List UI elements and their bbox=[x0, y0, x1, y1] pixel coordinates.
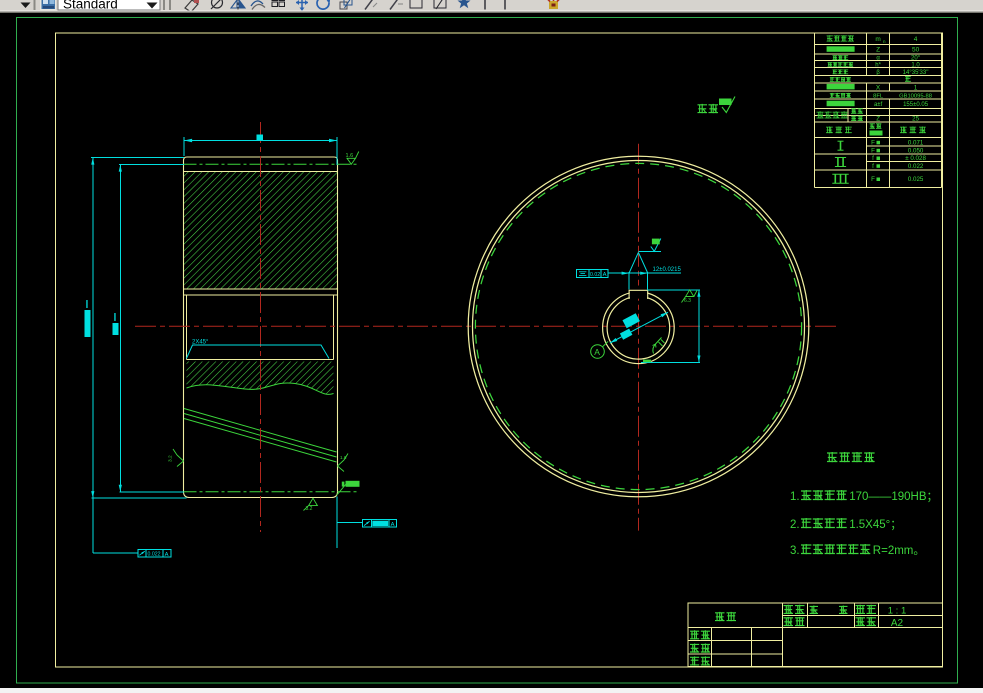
svg-text:1 : 1: 1 : 1 bbox=[888, 606, 907, 617]
svg-text:Z: Z bbox=[876, 47, 880, 54]
svg-text:3.: 3. bbox=[790, 545, 800, 557]
svg-text:12±0.0215: 12±0.0215 bbox=[653, 267, 682, 273]
svg-text:8FL: 8FL bbox=[873, 93, 884, 99]
svg-text:3.2: 3.2 bbox=[306, 506, 313, 512]
svg-text:A: A bbox=[594, 347, 600, 357]
svg-text:a±f: a±f bbox=[874, 102, 883, 108]
svg-text:A: A bbox=[603, 272, 607, 278]
svg-text:0.071: 0.071 bbox=[908, 139, 924, 146]
svg-text:2.: 2. bbox=[790, 519, 800, 531]
svg-text:1: 1 bbox=[914, 84, 918, 91]
svg-text:50: 50 bbox=[912, 47, 920, 54]
svg-text:Standard: Standard bbox=[63, 0, 118, 12]
svg-text:2X45°: 2X45° bbox=[192, 340, 209, 346]
svg-text:± 0.028: ± 0.028 bbox=[905, 155, 926, 162]
svg-text:F: F bbox=[871, 147, 875, 154]
svg-text:0.050: 0.050 bbox=[908, 147, 924, 154]
svg-text:A: A bbox=[391, 522, 395, 528]
svg-text:0.022: 0.022 bbox=[148, 552, 161, 558]
svg-text:R=2mm。: R=2mm。 bbox=[873, 545, 925, 557]
svg-text:3.2: 3.2 bbox=[168, 455, 174, 462]
svg-text:20°: 20° bbox=[911, 56, 921, 62]
svg-text:X: X bbox=[876, 84, 881, 91]
svg-text:155±0.05: 155±0.05 bbox=[903, 102, 929, 108]
svg-text:170——190HB；: 170——190HB； bbox=[849, 491, 938, 503]
svg-text:h*: h* bbox=[875, 62, 881, 68]
svg-text:Z: Z bbox=[876, 116, 880, 123]
svg-text:α: α bbox=[876, 56, 880, 62]
svg-text:1.6: 1.6 bbox=[340, 455, 347, 460]
svg-text:1.: 1. bbox=[790, 491, 800, 503]
svg-text:25: 25 bbox=[912, 116, 919, 123]
svg-text:GB10095-88: GB10095-88 bbox=[899, 93, 932, 99]
svg-text:4: 4 bbox=[914, 36, 918, 43]
svg-text:14°35'33'': 14°35'33'' bbox=[903, 70, 929, 76]
svg-text:f: f bbox=[872, 163, 874, 170]
svg-text:1.5X45°；: 1.5X45°； bbox=[849, 519, 902, 531]
svg-text:1.0: 1.0 bbox=[911, 62, 920, 68]
svg-text:F: F bbox=[871, 176, 875, 183]
svg-text:F: F bbox=[871, 139, 875, 146]
svg-text:A2: A2 bbox=[891, 618, 904, 629]
svg-text:m: m bbox=[875, 36, 880, 43]
svg-text:0.02: 0.02 bbox=[590, 272, 600, 278]
svg-text:A: A bbox=[165, 552, 169, 558]
svg-text:0.025: 0.025 bbox=[908, 176, 924, 183]
svg-text:f: f bbox=[872, 155, 874, 162]
svg-text:0.022: 0.022 bbox=[908, 163, 924, 170]
svg-text:6.3: 6.3 bbox=[684, 298, 691, 304]
svg-text:β: β bbox=[876, 70, 880, 76]
